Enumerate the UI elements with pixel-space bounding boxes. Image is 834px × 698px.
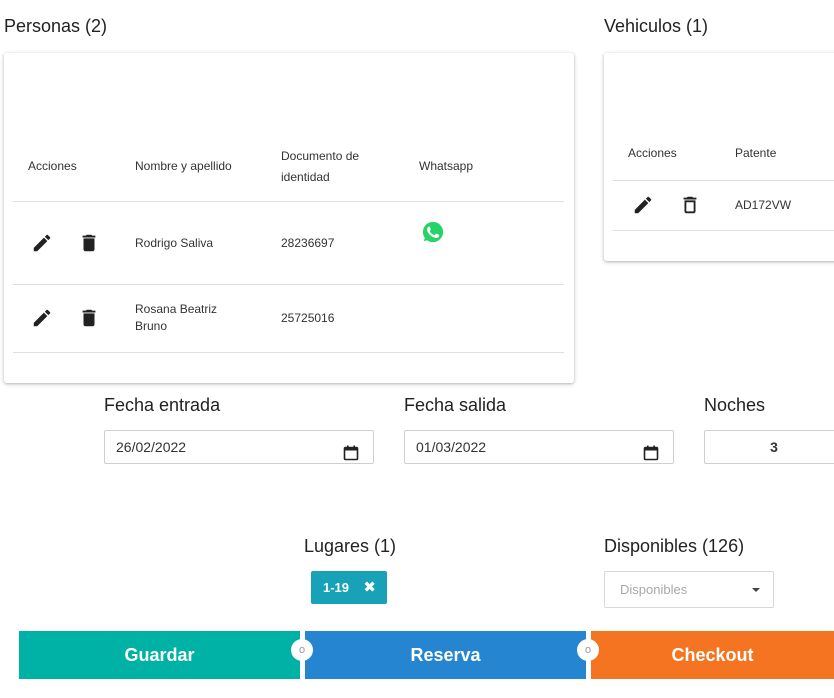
table-row: Rosana Beatriz Bruno 25725016 <box>13 283 564 353</box>
row-documento: 25725016 <box>266 283 419 353</box>
fecha-salida-value: 01/03/2022 <box>416 439 487 455</box>
header-documento: Documento de identidad <box>266 133 419 201</box>
row-nombre-line2: Bruno <box>135 319 168 333</box>
row-nombre: Rodrigo Saliva <box>120 200 266 284</box>
header-documento-line2: identidad <box>281 169 330 184</box>
row-actions <box>13 283 120 353</box>
lugar-chip: 1-19 ✖ <box>311 571 387 604</box>
header-acciones: Acciones <box>628 145 677 160</box>
personas-card: Acciones Nombre y apellido Documento de … <box>4 53 574 383</box>
header-patente: Patente <box>735 145 777 160</box>
row-nombre: Rosana Beatriz Bruno <box>120 283 266 353</box>
disponibles-title: Disponibles (126) <box>604 536 745 556</box>
calendar-icon[interactable] <box>343 440 359 461</box>
table-row: AD172VW <box>613 179 834 231</box>
checkout-button[interactable]: Checkout <box>591 631 834 679</box>
personas-header-row: Acciones Nombre y apellido Documento de … <box>13 133 564 201</box>
edit-icon[interactable] <box>31 232 53 254</box>
disponibles-select[interactable]: Disponibles <box>604 571 774 608</box>
guardar-button[interactable]: Guardar <box>19 631 300 679</box>
edit-icon[interactable] <box>31 307 53 329</box>
row-whatsapp <box>419 283 564 353</box>
vehiculos-title: Vehiculos (1) <box>604 16 709 36</box>
noches-label: Noches <box>704 395 766 415</box>
calendar-icon[interactable] <box>643 440 659 461</box>
button-connector: o <box>291 639 313 661</box>
noches-input[interactable]: 3 <box>704 430 834 464</box>
vehiculos-header-row: Acciones Patente <box>613 127 834 180</box>
fecha-entrada-input[interactable]: 26/02/2022 <box>104 430 374 464</box>
whatsapp-icon[interactable] <box>422 221 444 243</box>
personas-title: Personas (2) <box>4 16 108 36</box>
fecha-entrada-label: Fecha entrada <box>104 395 221 415</box>
fecha-entrada-value: 26/02/2022 <box>116 439 187 455</box>
trash-icon[interactable] <box>78 307 100 329</box>
edit-icon[interactable] <box>632 194 654 216</box>
lugares-title: Lugares (1) <box>304 536 397 556</box>
row-whatsapp <box>419 200 564 284</box>
vehiculos-table: Acciones Patente AD172VW <box>613 127 834 231</box>
row-nombre-line1: Rosana Beatriz <box>135 302 218 316</box>
vehiculos-card: Acciones Patente AD172VW <box>604 53 834 261</box>
remove-chip-icon[interactable]: ✖ <box>363 571 376 604</box>
trash-outline-icon[interactable] <box>679 194 701 216</box>
header-documento-line1: Documento de <box>281 148 360 163</box>
button-connector: o <box>577 639 599 661</box>
header-acciones: Acciones <box>28 159 77 174</box>
reserva-button[interactable]: Reserva <box>305 631 586 679</box>
row-nombre-line1: Rodrigo Saliva <box>135 235 214 250</box>
row-actions <box>13 200 120 284</box>
header-nombre: Nombre y apellido <box>135 159 232 174</box>
fecha-salida-input[interactable]: 01/03/2022 <box>404 430 674 464</box>
lugar-chip-label: 1-19 <box>323 580 350 595</box>
row-patente: AD172VW <box>720 179 834 231</box>
personas-table: Acciones Nombre y apellido Documento de … <box>13 133 564 353</box>
header-whatsapp: Whatsapp <box>419 159 474 174</box>
trash-icon[interactable] <box>78 232 100 254</box>
table-row: Rodrigo Saliva 28236697 <box>13 200 564 284</box>
fecha-salida-label: Fecha salida <box>404 395 507 415</box>
disponibles-placeholder: Disponibles <box>620 582 688 597</box>
row-actions <box>613 179 720 231</box>
chevron-down-icon <box>752 588 760 592</box>
row-documento: 28236697 <box>266 200 419 284</box>
